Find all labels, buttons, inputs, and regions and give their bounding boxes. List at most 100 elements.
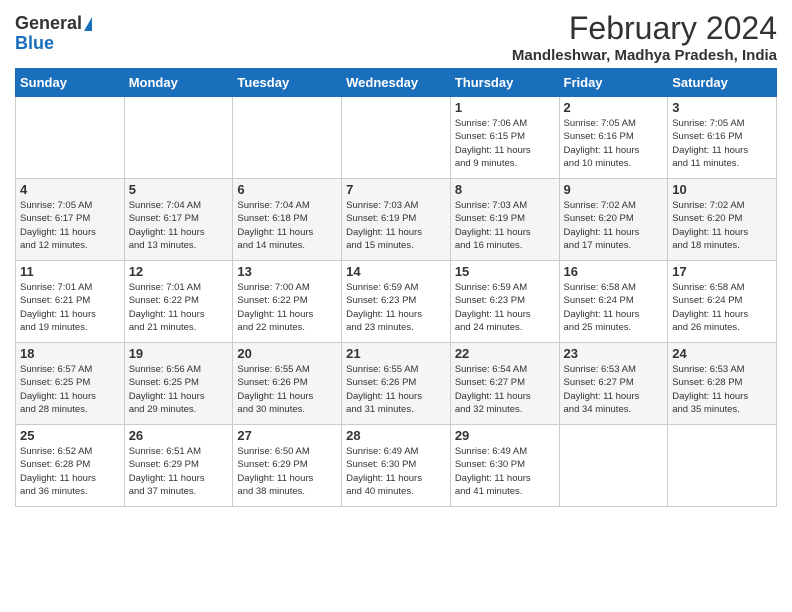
day-info: Sunrise: 7:00 AM Sunset: 6:22 PM Dayligh… [237,281,337,334]
calendar-cell: 12Sunrise: 7:01 AM Sunset: 6:22 PM Dayli… [124,261,233,343]
day-info: Sunrise: 6:51 AM Sunset: 6:29 PM Dayligh… [129,445,229,498]
day-info: Sunrise: 6:58 AM Sunset: 6:24 PM Dayligh… [672,281,772,334]
calendar-cell: 10 Sunrise: 7:02 AM Sunset: 6:20 PM Dayli… [668,179,777,261]
day-info: Sunrise: 6:56 AM Sunset: 6:25 PM Dayligh… [129,363,229,416]
calendar-cell: 15 Sunrise: 6:59 AM Sunset: 6:23 PM Dayli… [450,261,559,343]
day-number: 26 [129,428,229,443]
calendar-cell [124,97,233,179]
day-number: 4 [20,182,120,197]
day-info: Sunrise: 7:04 AM Sunset: 6:17 PM Dayligh… [129,199,229,252]
day-number: 9 [564,182,664,197]
calendar-cell: 16 Sunrise: 6:58 AM Sunset: 6:24 PM Dayli… [559,261,668,343]
calendar-cell: 11Sunrise: 7:01 AM Sunset: 6:21 PM Dayli… [16,261,125,343]
day-number: 15 [455,264,555,279]
calendar-cell: 22 Sunrise: 6:54 AM Sunset: 6:27 PM Dayli… [450,343,559,425]
day-number: 12 [129,264,229,279]
calendar-week-row: 18 Sunrise: 6:57 AM Sunset: 6:25 PM Dayli… [16,343,777,425]
calendar-cell: 26 Sunrise: 6:51 AM Sunset: 6:29 PM Dayli… [124,425,233,507]
title-area: February 2024 Mandleshwar, Madhya Prades… [512,10,777,64]
day-info: Sunrise: 6:52 AM Sunset: 6:28 PM Dayligh… [20,445,120,498]
calendar-cell: 9 Sunrise: 7:02 AM Sunset: 6:20 PM Daylig… [559,179,668,261]
calendar-week-row: 25 Sunrise: 6:52 AM Sunset: 6:28 PM Dayli… [16,425,777,507]
day-info: Sunrise: 6:59 AM Sunset: 6:23 PM Dayligh… [346,281,446,334]
day-info: Sunrise: 6:55 AM Sunset: 6:26 PM Dayligh… [346,363,446,416]
calendar-cell: 6Sunrise: 7:04 AM Sunset: 6:18 PM Daylig… [233,179,342,261]
day-number: 22 [455,346,555,361]
day-info: Sunrise: 6:58 AM Sunset: 6:24 PM Dayligh… [564,281,664,334]
day-info: Sunrise: 6:53 AM Sunset: 6:27 PM Dayligh… [564,363,664,416]
calendar-cell: 29 Sunrise: 6:49 AM Sunset: 6:30 PM Dayli… [450,425,559,507]
day-info: Sunrise: 7:05 AM Sunset: 6:16 PM Dayligh… [564,117,664,170]
day-info: Sunrise: 7:06 AM Sunset: 6:15 PM Dayligh… [455,117,555,170]
calendar-cell [233,97,342,179]
calendar-cell: 5 Sunrise: 7:04 AM Sunset: 6:17 PM Daylig… [124,179,233,261]
day-number: 25 [20,428,120,443]
calendar-cell: 3Sunrise: 7:05 AM Sunset: 6:16 PM Daylig… [668,97,777,179]
calendar-cell: 19 Sunrise: 6:56 AM Sunset: 6:25 PM Dayli… [124,343,233,425]
day-number: 10 [672,182,772,197]
day-number: 14 [346,264,446,279]
calendar-week-row: 1 Sunrise: 7:06 AM Sunset: 6:15 PM Daylig… [16,97,777,179]
day-of-week-header: Wednesday [342,69,451,97]
day-number: 8 [455,182,555,197]
day-of-week-header: Monday [124,69,233,97]
day-number: 20 [237,346,337,361]
day-info: Sunrise: 6:59 AM Sunset: 6:23 PM Dayligh… [455,281,555,334]
day-number: 27 [237,428,337,443]
calendar-cell: 2 Sunrise: 7:05 AM Sunset: 6:16 PM Daylig… [559,97,668,179]
month-year-title: February 2024 [512,10,777,47]
calendar-cell: 24Sunrise: 6:53 AM Sunset: 6:28 PM Dayli… [668,343,777,425]
calendar-cell: 7 Sunrise: 7:03 AM Sunset: 6:19 PM Daylig… [342,179,451,261]
day-info: Sunrise: 7:02 AM Sunset: 6:20 PM Dayligh… [564,199,664,252]
calendar-cell: 1 Sunrise: 7:06 AM Sunset: 6:15 PM Daylig… [450,97,559,179]
calendar-cell: 13Sunrise: 7:00 AM Sunset: 6:22 PM Dayli… [233,261,342,343]
day-number: 6 [237,182,337,197]
day-number: 19 [129,346,229,361]
day-info: Sunrise: 6:49 AM Sunset: 6:30 PM Dayligh… [455,445,555,498]
day-number: 29 [455,428,555,443]
calendar-cell: 21 Sunrise: 6:55 AM Sunset: 6:26 PM Dayli… [342,343,451,425]
calendar-cell: 14 Sunrise: 6:59 AM Sunset: 6:23 PM Dayli… [342,261,451,343]
calendar-cell: 28 Sunrise: 6:49 AM Sunset: 6:30 PM Dayli… [342,425,451,507]
logo-triangle-icon [84,17,92,31]
day-info: Sunrise: 6:49 AM Sunset: 6:30 PM Dayligh… [346,445,446,498]
calendar-week-row: 4 Sunrise: 7:05 AM Sunset: 6:17 PM Daylig… [16,179,777,261]
day-number: 17 [672,264,772,279]
day-number: 21 [346,346,446,361]
calendar-cell: 27Sunrise: 6:50 AM Sunset: 6:29 PM Dayli… [233,425,342,507]
day-info: Sunrise: 7:03 AM Sunset: 6:19 PM Dayligh… [346,199,446,252]
day-number: 2 [564,100,664,115]
calendar-cell: 18 Sunrise: 6:57 AM Sunset: 6:25 PM Dayli… [16,343,125,425]
calendar-cell: 4 Sunrise: 7:05 AM Sunset: 6:17 PM Daylig… [16,179,125,261]
calendar-cell: 8Sunrise: 7:03 AM Sunset: 6:19 PM Daylig… [450,179,559,261]
day-number: 11 [20,264,120,279]
calendar-cell [342,97,451,179]
day-number: 1 [455,100,555,115]
day-number: 5 [129,182,229,197]
calendar-cell [668,425,777,507]
day-number: 16 [564,264,664,279]
day-info: Sunrise: 6:55 AM Sunset: 6:26 PM Dayligh… [237,363,337,416]
day-info: Sunrise: 6:57 AM Sunset: 6:25 PM Dayligh… [20,363,120,416]
calendar-week-row: 11Sunrise: 7:01 AM Sunset: 6:21 PM Dayli… [16,261,777,343]
day-info: Sunrise: 6:53 AM Sunset: 6:28 PM Dayligh… [672,363,772,416]
day-number: 23 [564,346,664,361]
header: General Blue February 2024 Mandleshwar, … [15,10,777,64]
day-number: 7 [346,182,446,197]
logo-general-text: General [15,14,92,34]
calendar-header-row: SundayMondayTuesdayWednesdayThursdayFrid… [16,69,777,97]
day-info: Sunrise: 7:02 AM Sunset: 6:20 PM Dayligh… [672,199,772,252]
day-of-week-header: Sunday [16,69,125,97]
day-info: Sunrise: 6:54 AM Sunset: 6:27 PM Dayligh… [455,363,555,416]
day-number: 18 [20,346,120,361]
calendar-cell: 23 Sunrise: 6:53 AM Sunset: 6:27 PM Dayli… [559,343,668,425]
logo-blue-text: Blue [15,34,92,54]
day-info: Sunrise: 7:05 AM Sunset: 6:17 PM Dayligh… [20,199,120,252]
calendar-cell: 17 Sunrise: 6:58 AM Sunset: 6:24 PM Dayli… [668,261,777,343]
day-of-week-header: Tuesday [233,69,342,97]
day-info: Sunrise: 7:05 AM Sunset: 6:16 PM Dayligh… [672,117,772,170]
calendar-cell [559,425,668,507]
logo: General Blue [15,14,92,54]
day-of-week-header: Saturday [668,69,777,97]
day-number: 28 [346,428,446,443]
